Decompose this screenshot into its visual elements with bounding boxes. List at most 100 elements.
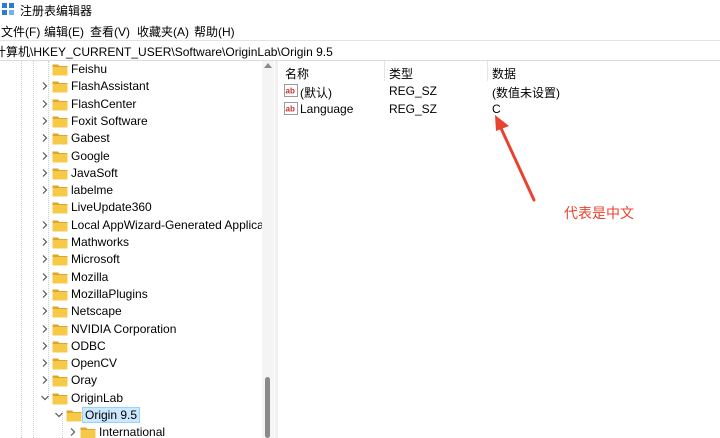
chevron-right-icon[interactable] — [40, 220, 50, 230]
tree-item[interactable]: OriginLab — [0, 390, 262, 407]
menu-help[interactable]: 帮助(H) — [194, 23, 235, 40]
chevron-down-icon[interactable] — [40, 393, 50, 403]
folder-icon — [52, 185, 68, 197]
menu-view[interactable]: 查看(V) — [90, 23, 130, 40]
column-header-data[interactable]: 数据 — [492, 65, 516, 82]
chevron-right-icon[interactable] — [40, 237, 50, 247]
folder-icon — [52, 324, 68, 335]
column-separator[interactable] — [487, 61, 488, 81]
tree-item-label: International — [99, 425, 166, 438]
tree-scrollbar[interactable] — [262, 61, 274, 438]
chevron-right-icon[interactable] — [40, 289, 50, 299]
folder-icon — [52, 375, 68, 387]
tree-item[interactable]: OpenCV — [0, 355, 262, 372]
tree-item[interactable]: Oray — [0, 372, 262, 389]
chevron-right-icon[interactable] — [40, 168, 50, 178]
folder-icon — [52, 99, 68, 111]
tree-item[interactable]: Google — [0, 148, 262, 165]
chevron-right-icon[interactable] — [40, 116, 50, 126]
menu-edit[interactable]: 编辑(E) — [44, 23, 84, 40]
tree-item[interactable]: Mathworks — [0, 234, 262, 251]
chevron-right-icon[interactable] — [40, 254, 50, 264]
tree-item-label: labelme — [71, 183, 114, 198]
folder-icon — [52, 254, 68, 266]
chevron-right-icon[interactable] — [40, 133, 50, 143]
tree-item-label: Microsoft — [71, 252, 120, 267]
tree-item[interactable]: Origin 9.5 — [0, 407, 262, 424]
folder-icon — [52, 202, 68, 214]
chevron-right-icon[interactable] — [68, 427, 78, 437]
tree-item[interactable]: Foxit Software — [0, 113, 262, 130]
menu-favorites[interactable]: 收藏夹(A) — [137, 23, 189, 40]
column-header-name[interactable]: 名称 — [285, 65, 309, 82]
folder-icon — [52, 220, 68, 232]
folder-icon — [52, 151, 68, 162]
tree-item[interactable]: ODBC — [0, 338, 262, 355]
tree-item-label: Oray — [71, 373, 98, 388]
chevron-right-icon[interactable] — [40, 272, 50, 282]
menu-file[interactable]: 文件(F) — [1, 23, 40, 40]
string-value-icon: ab — [284, 84, 298, 97]
annotation-text: 代表是中文 — [564, 205, 634, 221]
chevron-down-icon[interactable] — [54, 410, 64, 420]
scroll-thumb[interactable] — [265, 377, 270, 438]
value-row-default[interactable]: ab (默认) REG_SZ (数值未设置) — [279, 82, 720, 100]
tree-item[interactable]: Netscape — [0, 303, 262, 320]
value-type: REG_SZ — [389, 84, 438, 98]
address-path[interactable]: 计算机\HKEY_CURRENT_USER\Software\OriginLab… — [0, 43, 333, 60]
address-bar[interactable]: 计算机\HKEY_CURRENT_USER\Software\OriginLab… — [0, 40, 720, 61]
registry-editor-icon — [2, 3, 14, 15]
value-name: Language — [300, 102, 354, 116]
folder-icon — [52, 116, 68, 128]
tree-item-label: Gabest — [71, 131, 110, 146]
tree-item[interactable]: JavaSoft — [0, 165, 262, 182]
tree-item[interactable]: NVIDIA Corporation — [0, 321, 262, 338]
tree-item-label: Feishu — [71, 62, 108, 76]
chevron-right-icon[interactable] — [40, 81, 50, 91]
scroll-up-arrow-icon[interactable] — [264, 63, 272, 68]
tree-item[interactable]: LiveUpdate360 — [0, 199, 262, 216]
column-header-type[interactable]: 类型 — [389, 65, 413, 82]
key-tree[interactable]: Feishu FlashAssistant FlashCenter Foxit Sof… — [0, 61, 262, 438]
chevron-right-icon[interactable] — [40, 99, 50, 109]
tree-item-label: Mozilla — [71, 269, 109, 284]
pane-splitter[interactable] — [275, 61, 278, 438]
tree-item[interactable]: FlashCenter — [0, 96, 262, 113]
tree-item-label: Netscape — [71, 304, 122, 319]
tree-item[interactable]: MozillaPlugins — [0, 286, 262, 303]
folder-icon — [52, 81, 68, 93]
tree-item-label: FlashAssistant — [71, 79, 150, 94]
tree-item-label: Mathworks — [71, 235, 130, 249]
chevron-right-icon[interactable] — [40, 324, 50, 334]
tree-item[interactable]: Gabest — [0, 130, 262, 147]
chevron-right-icon[interactable] — [40, 341, 50, 351]
value-data: (数值未设置) — [492, 86, 560, 100]
folder-icon — [52, 289, 68, 301]
tree-item-label: Foxit Software — [71, 113, 148, 128]
title-bar: 注册表编辑器 — [0, 0, 720, 20]
chevron-right-icon[interactable] — [40, 375, 50, 385]
tree-item-label: Origin 9.5 — [81, 407, 141, 423]
folder-icon — [52, 64, 68, 76]
value-name: (默认) — [300, 86, 332, 100]
folder-icon — [52, 272, 68, 284]
chevron-right-icon[interactable] — [40, 306, 50, 316]
tree-item[interactable]: Local AppWizard-Generated Applicat — [0, 217, 262, 234]
folder-icon — [52, 133, 68, 145]
column-separator[interactable] — [384, 61, 385, 81]
tree-item[interactable]: International — [0, 424, 262, 438]
chevron-right-icon[interactable] — [40, 151, 50, 161]
chevron-right-icon[interactable] — [40, 185, 50, 195]
tree-item[interactable]: labelme — [0, 182, 262, 199]
tree-item[interactable]: FlashAssistant — [0, 78, 262, 95]
tree-item[interactable]: Microsoft — [0, 251, 262, 268]
folder-open-icon — [66, 410, 82, 422]
tree-item[interactable]: Feishu — [0, 61, 262, 78]
value-type: REG_SZ — [389, 102, 438, 116]
tree-item[interactable]: Mozilla — [0, 269, 262, 286]
tree-item-label: MozillaPlugins — [71, 286, 148, 301]
tree-item-label: NVIDIA Corporation — [71, 321, 177, 336]
folder-icon — [52, 341, 68, 353]
tree-item-label: LiveUpdate360 — [71, 200, 152, 215]
chevron-right-icon[interactable] — [40, 358, 50, 368]
